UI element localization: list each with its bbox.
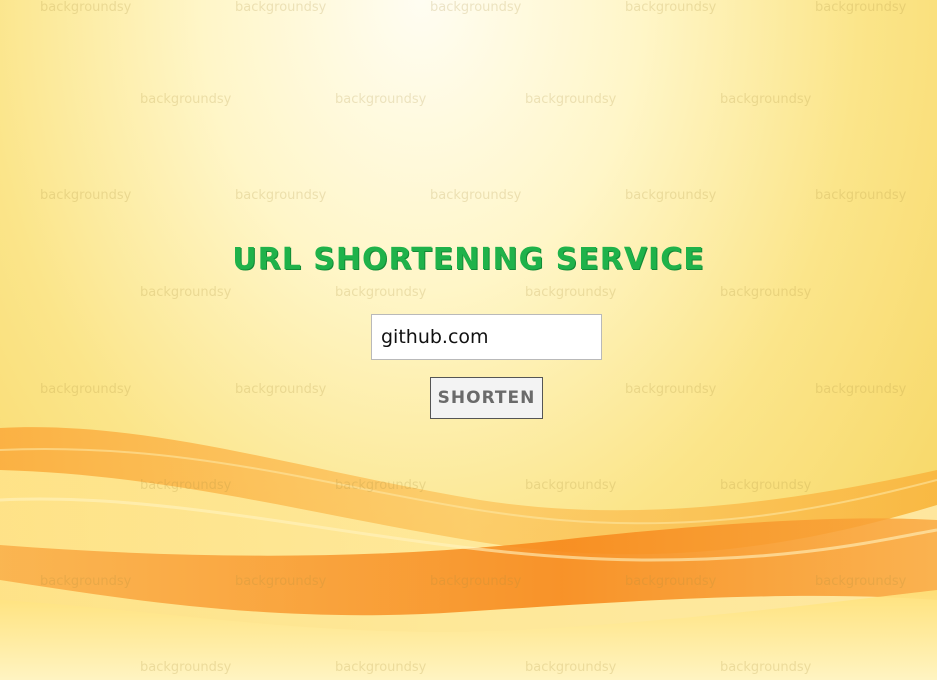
watermark: backgroundsy: [140, 92, 232, 107]
watermark: backgroundsy: [335, 92, 427, 107]
watermark: backgroundsy: [625, 382, 717, 397]
watermark: backgroundsy: [335, 478, 427, 493]
watermark: backgroundsy: [815, 188, 907, 203]
watermark: backgroundsy: [430, 0, 522, 15]
watermark: backgroundsy: [720, 285, 812, 300]
watermark: backgroundsy: [430, 574, 522, 589]
watermark: backgroundsy: [720, 92, 812, 107]
watermark: backgroundsy: [525, 285, 617, 300]
watermark: backgroundsy: [140, 285, 232, 300]
watermark: backgroundsy: [335, 285, 427, 300]
watermark: backgroundsy: [40, 0, 132, 15]
watermark: backgroundsy: [815, 382, 907, 397]
shorten-button[interactable]: SHORTEN: [430, 377, 543, 419]
watermark: backgroundsy: [625, 574, 717, 589]
watermark: backgroundsy: [625, 188, 717, 203]
watermark: backgroundsy: [430, 188, 522, 203]
watermark: backgroundsy: [335, 660, 427, 675]
url-input[interactable]: [371, 314, 602, 360]
watermark: backgroundsy: [625, 0, 717, 15]
watermark: backgroundsy: [40, 382, 132, 397]
watermark: backgroundsy: [235, 574, 327, 589]
watermark: backgroundsy: [235, 382, 327, 397]
watermark: backgroundsy: [525, 478, 617, 493]
watermark: backgroundsy: [815, 0, 907, 15]
watermark: backgroundsy: [40, 574, 132, 589]
watermark: backgroundsy: [525, 660, 617, 675]
watermark: backgroundsy: [40, 188, 132, 203]
watermark: backgroundsy: [235, 0, 327, 15]
page-title: URL SHORTENING SERVICE: [232, 242, 705, 277]
watermark: backgroundsy: [235, 188, 327, 203]
watermark: backgroundsy: [720, 660, 812, 675]
watermark: backgroundsy: [525, 92, 617, 107]
watermark: backgroundsy: [815, 574, 907, 589]
watermark: backgroundsy: [140, 660, 232, 675]
watermark: backgroundsy: [140, 478, 232, 493]
watermark: backgroundsy: [720, 478, 812, 493]
